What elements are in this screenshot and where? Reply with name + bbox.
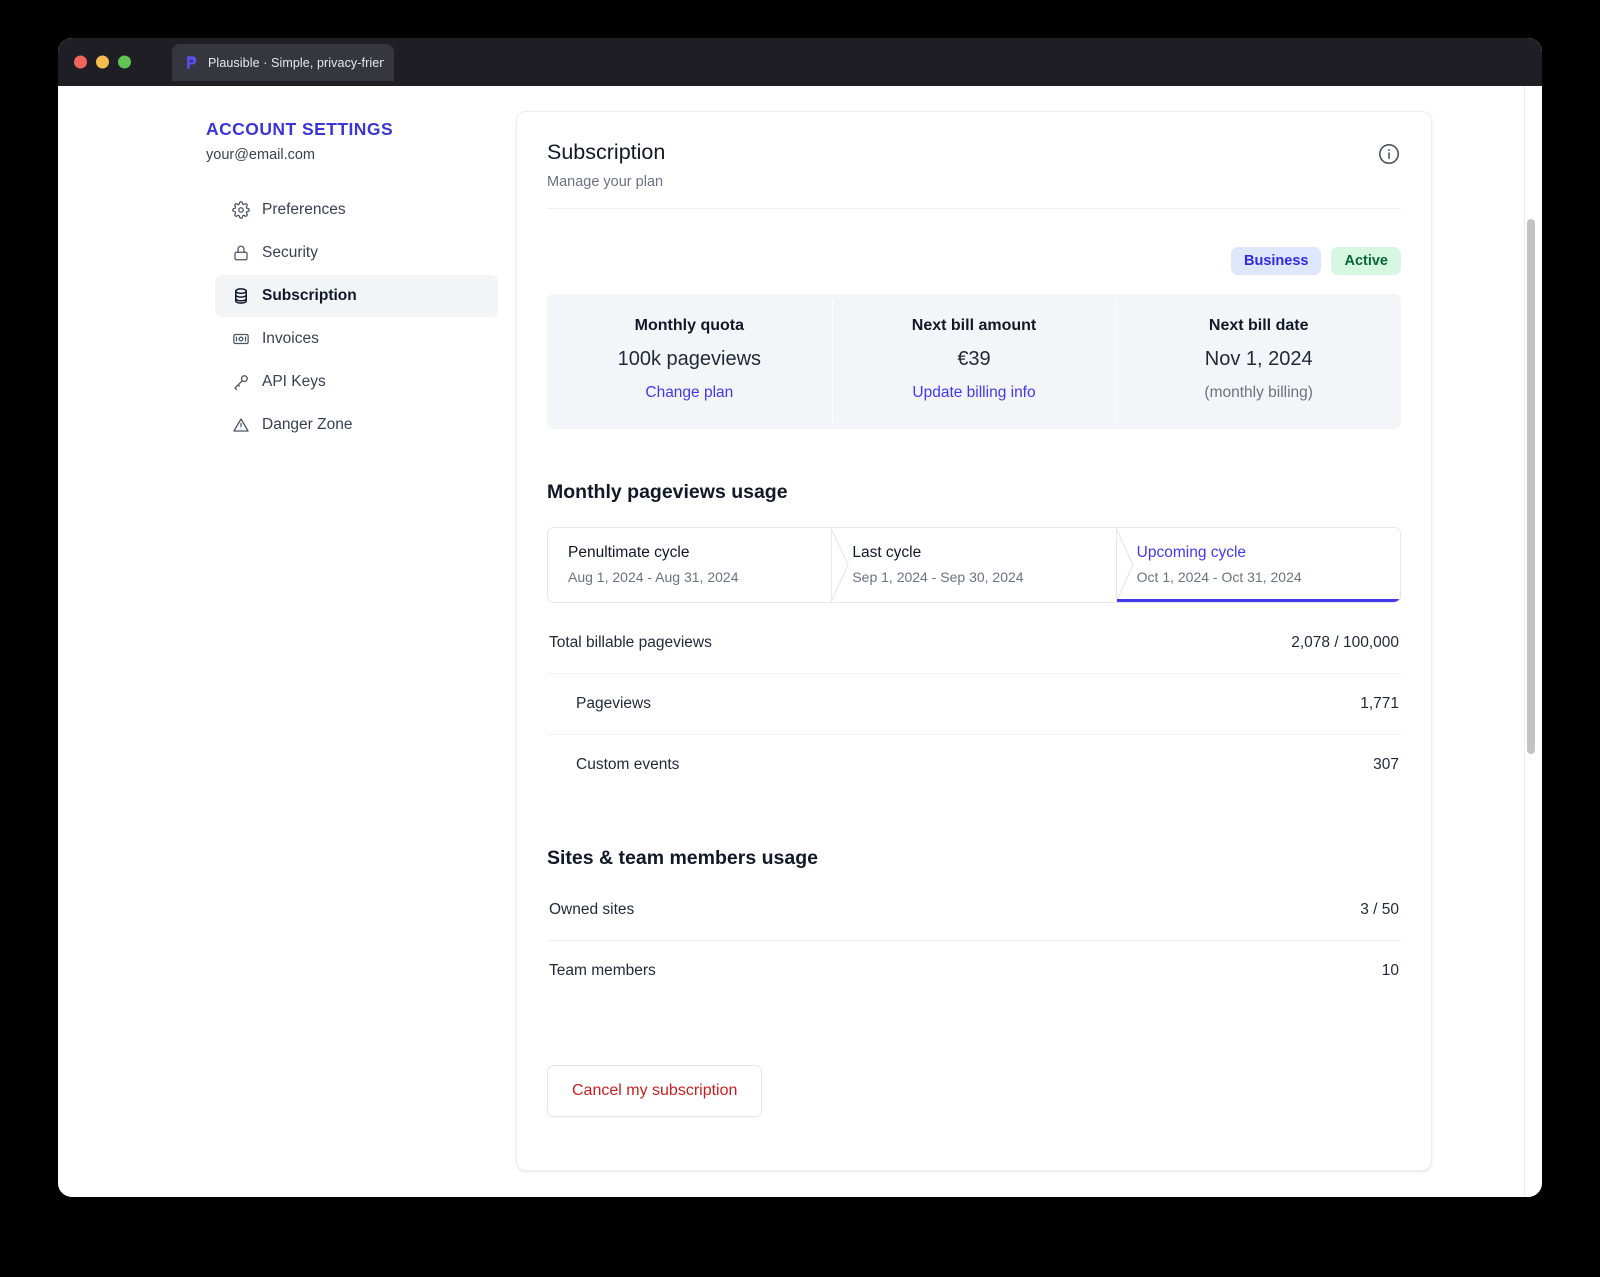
account-email: your@email.com bbox=[206, 146, 315, 163]
sidebar-heading: ACCOUNT SETTINGS bbox=[206, 119, 394, 139]
plan-badge: Business bbox=[1230, 246, 1322, 276]
usage-row-custom-events: Custom events 307 bbox=[547, 735, 1401, 795]
pageviews-usage-rows: Total billable pageviews 2,078 / 100,000… bbox=[547, 613, 1401, 795]
cycle-range: Sep 1, 2024 - Sep 30, 2024 bbox=[852, 569, 1024, 586]
close-button[interactable] bbox=[74, 55, 87, 69]
usage-value: 3 / 50 bbox=[1360, 901, 1399, 919]
database-icon bbox=[231, 286, 250, 305]
subscription-card: Subscription Manage your plan Business A… bbox=[516, 111, 1432, 1171]
sites-usage-rows: Owned sites 3 / 50 Team members 10 bbox=[547, 880, 1401, 1001]
usage-value: 307 bbox=[1373, 756, 1399, 774]
stat-value: €39 bbox=[957, 348, 991, 371]
usage-label: Total billable pageviews bbox=[549, 634, 712, 652]
browser-tab-title: Plausible · Simple, privacy-friend bbox=[208, 55, 384, 70]
sidebar-nav: Preferences Security Subscription Invoic… bbox=[206, 189, 498, 446]
change-plan-link[interactable]: Change plan bbox=[557, 384, 822, 402]
status-badge: Active bbox=[1331, 246, 1401, 276]
usage-label: Custom events bbox=[576, 756, 680, 774]
stat-label: Monthly quota bbox=[634, 317, 744, 335]
main-content: Subscription Manage your plan Business A… bbox=[498, 111, 1542, 1197]
chevron-right-separator-icon bbox=[831, 528, 853, 602]
cycle-range: Aug 1, 2024 - Aug 31, 2024 bbox=[568, 569, 739, 586]
usage-row-pageviews: Pageviews 1,771 bbox=[547, 674, 1401, 736]
page-title: Subscription bbox=[547, 140, 666, 164]
sidebar-item-label: Invoices bbox=[262, 329, 319, 347]
stat-label: Next bill date bbox=[1208, 317, 1309, 335]
stat-monthly-quota: Monthly quota 100k pageviews Change plan bbox=[547, 294, 832, 429]
chevron-right-separator-icon bbox=[1116, 528, 1138, 602]
usage-value: 1,771 bbox=[1360, 695, 1399, 713]
usage-label: Pageviews bbox=[576, 695, 651, 713]
sidebar-item-subscription[interactable]: Subscription bbox=[215, 274, 498, 317]
sidebar-item-label: Security bbox=[262, 243, 318, 261]
usage-row-owned-sites: Owned sites 3 / 50 bbox=[547, 880, 1401, 942]
info-circle-icon[interactable] bbox=[1377, 142, 1401, 166]
usage-label: Team members bbox=[549, 962, 656, 980]
tab-last-cycle[interactable]: Last cycle Sep 1, 2024 - Sep 30, 2024 bbox=[831, 528, 1116, 602]
gear-icon bbox=[231, 200, 250, 219]
cycle-name: Upcoming cycle bbox=[1136, 544, 1247, 562]
maximize-button[interactable] bbox=[118, 55, 131, 69]
sites-usage-title: Sites & team members usage bbox=[547, 847, 818, 870]
page-viewport: ACCOUNT SETTINGS your@email.com Preferen… bbox=[58, 86, 1542, 1197]
browser-titlebar: Plausible · Simple, privacy-friend bbox=[58, 38, 1542, 86]
sidebar-item-label: API Keys bbox=[262, 372, 326, 390]
sidebar-item-label: Preferences bbox=[262, 200, 346, 218]
usage-row-total-billable-pageviews: Total billable pageviews 2,078 / 100,000 bbox=[547, 613, 1401, 675]
billing-summary: Monthly quota 100k pageviews Change plan… bbox=[547, 294, 1401, 430]
card-header: Subscription Manage your plan bbox=[547, 140, 1401, 209]
cycle-name: Last cycle bbox=[852, 544, 922, 562]
banknote-icon bbox=[231, 329, 250, 348]
sidebar-item-invoices[interactable]: Invoices bbox=[215, 318, 498, 360]
warning-triangle-icon bbox=[231, 415, 250, 434]
vertical-scrollbar-thumb[interactable] bbox=[1527, 219, 1535, 754]
account-settings-sidebar: ACCOUNT SETTINGS your@email.com Preferen… bbox=[58, 111, 498, 1197]
window-controls bbox=[74, 55, 131, 69]
stat-next-bill-amount: Next bill amount €39 Update billing info bbox=[831, 294, 1117, 429]
billing-interval-note: (monthly billing) bbox=[1204, 384, 1313, 402]
cycle-range: Oct 1, 2024 - Oct 31, 2024 bbox=[1136, 569, 1302, 586]
minimize-button[interactable] bbox=[96, 55, 109, 69]
sidebar-item-preferences[interactable]: Preferences bbox=[215, 189, 498, 231]
key-icon bbox=[231, 372, 250, 391]
sidebar-item-security[interactable]: Security bbox=[215, 232, 498, 274]
usage-value: 2,078 / 100,000 bbox=[1291, 634, 1399, 652]
update-billing-info-link[interactable]: Update billing info bbox=[842, 384, 1107, 402]
billing-cycle-tabs: Penultimate cycle Aug 1, 2024 - Aug 31, … bbox=[547, 527, 1401, 604]
page-subtitle: Manage your plan bbox=[547, 173, 664, 190]
sidebar-item-label: Danger Zone bbox=[262, 415, 353, 433]
pageviews-usage-title: Monthly pageviews usage bbox=[547, 481, 788, 504]
lock-icon bbox=[231, 243, 250, 262]
sidebar-item-danger-zone[interactable]: Danger Zone bbox=[215, 404, 498, 446]
usage-label: Owned sites bbox=[549, 901, 635, 919]
cancel-subscription-button[interactable]: Cancel my subscription bbox=[547, 1065, 763, 1118]
sidebar-item-label: Subscription bbox=[262, 286, 357, 304]
vertical-scrollbar-track[interactable] bbox=[1525, 86, 1538, 1197]
cycle-name: Penultimate cycle bbox=[568, 544, 690, 562]
plan-status-badges: Business Active bbox=[547, 246, 1401, 276]
browser-window: Plausible · Simple, privacy-friend ACCOU… bbox=[58, 38, 1542, 1197]
page-content: ACCOUNT SETTINGS your@email.com Preferen… bbox=[58, 86, 1542, 1197]
sidebar-item-api-keys[interactable]: API Keys bbox=[215, 361, 498, 403]
browser-tab[interactable]: Plausible · Simple, privacy-friend bbox=[172, 44, 394, 81]
cancel-subscription-area: Cancel my subscription bbox=[547, 1065, 1401, 1118]
stat-label: Next bill amount bbox=[911, 317, 1037, 335]
usage-value: 10 bbox=[1381, 962, 1399, 980]
tab-upcoming-cycle[interactable]: Upcoming cycle Oct 1, 2024 - Oct 31, 202… bbox=[1116, 528, 1400, 602]
tab-penultimate-cycle[interactable]: Penultimate cycle Aug 1, 2024 - Aug 31, … bbox=[548, 528, 832, 603]
stat-next-bill-date: Next bill date Nov 1, 2024 (monthly bill… bbox=[1116, 294, 1401, 429]
stat-value: 100k pageviews bbox=[617, 348, 762, 371]
plausible-logo-icon bbox=[182, 54, 199, 71]
stat-value: Nov 1, 2024 bbox=[1204, 348, 1313, 371]
usage-row-team-members: Team members 10 bbox=[547, 941, 1401, 1001]
